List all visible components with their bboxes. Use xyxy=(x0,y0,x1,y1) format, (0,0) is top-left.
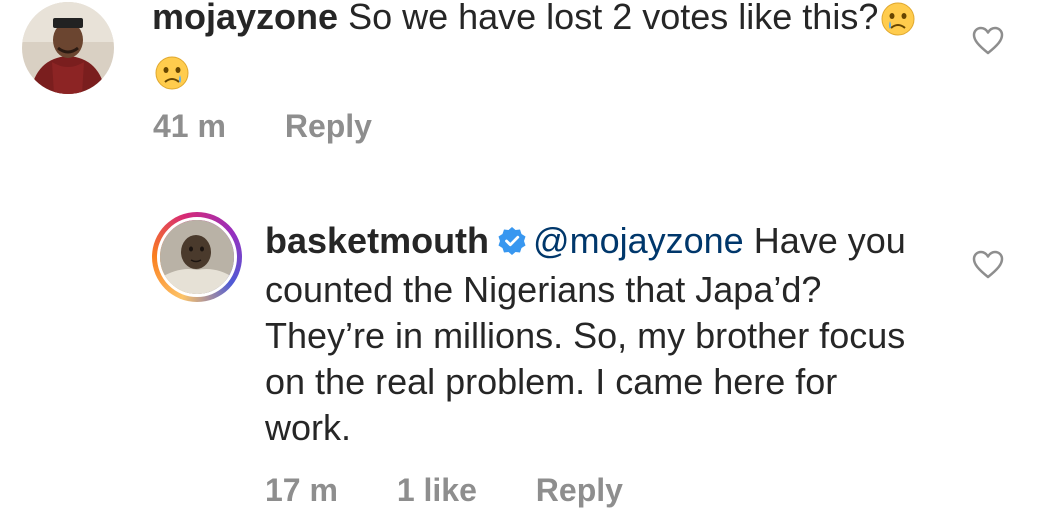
crying-face-emoji-icon xyxy=(880,1,916,48)
comment-1-username[interactable]: mojayzone xyxy=(152,0,338,37)
comment-1-reply-button[interactable]: Reply xyxy=(285,108,372,144)
comment-1-body: mojayzone So we have lost 2 votes like t… xyxy=(152,0,932,102)
comment-2-mention[interactable]: @mojayzone xyxy=(533,220,744,261)
comment-1-time: 41 m xyxy=(153,108,226,144)
comment-1-meta: 41 m Reply xyxy=(153,108,422,145)
comment-2-likes[interactable]: 1 like xyxy=(397,472,477,508)
comment-2-username[interactable]: basketmouth xyxy=(265,220,489,261)
avatar-mojayzone[interactable] xyxy=(22,2,114,94)
comment-2-body: basketmouth @mojayzone Have you counted t… xyxy=(265,218,925,451)
verified-badge-icon xyxy=(497,221,527,267)
profile-photo xyxy=(22,2,114,94)
comment-2-time: 17 m xyxy=(265,472,338,508)
profile-photo xyxy=(160,220,234,294)
heart-outline-icon[interactable] xyxy=(972,26,1004,56)
comment-2-reply-button[interactable]: Reply xyxy=(536,472,623,508)
story-ring[interactable] xyxy=(152,212,242,302)
heart-outline-icon[interactable] xyxy=(972,250,1004,280)
comment-2-meta: 17 m 1 like Reply xyxy=(265,472,673,509)
crying-face-emoji-icon xyxy=(154,55,190,102)
comment-1-text: So we have lost 2 votes like this? xyxy=(348,0,879,37)
avatar-basketmouth[interactable] xyxy=(157,217,237,297)
